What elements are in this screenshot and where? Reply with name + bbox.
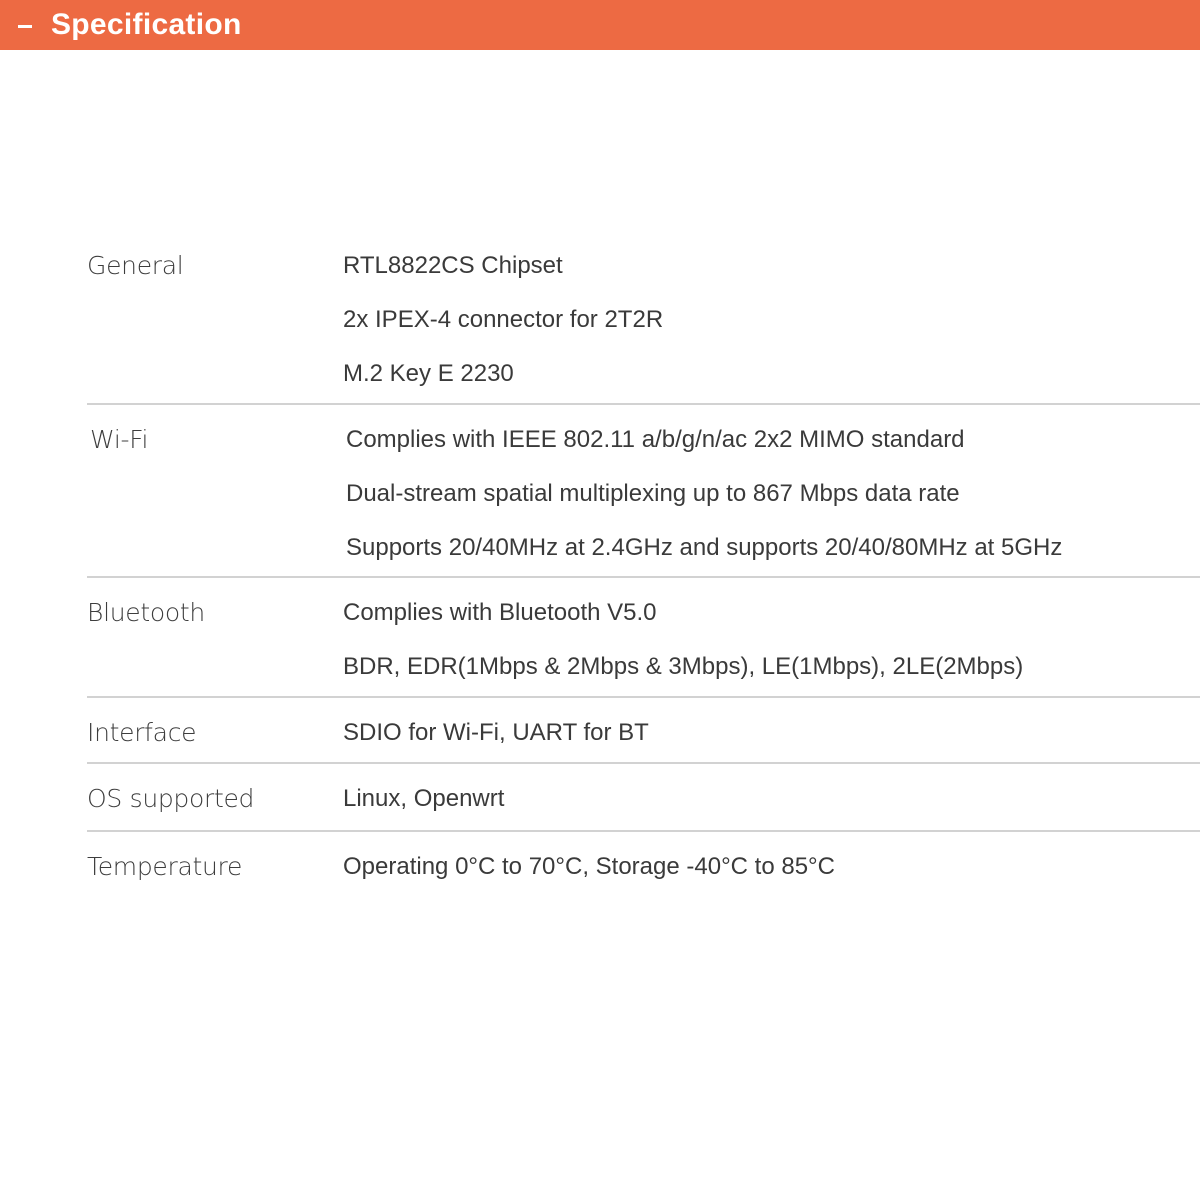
spec-label: Interface xyxy=(87,706,343,762)
spec-value: Linux, Openwrt xyxy=(343,785,505,812)
spec-label-text: General xyxy=(87,251,184,280)
specification-table: General RTL8822CS Chipset 2x IPEX-4 conn… xyxy=(87,239,1200,902)
spec-row-bluetooth: Bluetooth Complies with Bluetooth V5.0 B… xyxy=(87,578,1200,698)
spec-value: M.2 Key E 2230 xyxy=(343,360,514,387)
spec-label: Temperature xyxy=(87,840,343,902)
spec-label-text: Wi-Fi xyxy=(90,425,149,454)
spec-label: OS supported xyxy=(87,772,343,830)
spec-values: Complies with IEEE 802.11 a/b/g/n/ac 2x2… xyxy=(346,413,1200,576)
spec-row-temperature: Temperature Operating 0°C to 70°C, Stora… xyxy=(87,832,1200,902)
spec-label-text: Temperature xyxy=(87,852,243,881)
section-header[interactable]: Specification xyxy=(0,0,1200,50)
spec-label-text: Bluetooth xyxy=(87,598,205,627)
spec-label-text: OS supported xyxy=(87,784,255,813)
spec-label-text: Interface xyxy=(87,718,197,747)
spec-value: BDR, EDR(1Mbps & 2Mbps & 3Mbps), LE(1Mbp… xyxy=(343,653,1024,680)
spec-values: RTL8822CS Chipset 2x IPEX-4 connector fo… xyxy=(343,239,1200,403)
spec-value: 2x IPEX-4 connector for 2T2R xyxy=(343,306,664,333)
spec-label: Bluetooth xyxy=(87,586,343,696)
spec-row-general: General RTL8822CS Chipset 2x IPEX-4 conn… xyxy=(87,239,1200,405)
minus-icon[interactable] xyxy=(18,24,32,28)
spec-label: Wi-Fi xyxy=(87,413,346,576)
spec-value: RTL8822CS Chipset xyxy=(343,252,563,279)
spec-label: General xyxy=(87,239,343,403)
spec-values: Linux, Openwrt xyxy=(343,772,1200,830)
spec-row-wifi: Wi-Fi Complies with IEEE 802.11 a/b/g/n/… xyxy=(87,405,1200,578)
spec-value: Operating 0°C to 70°C, Storage -40°C to … xyxy=(343,853,835,880)
spec-value: Complies with Bluetooth V5.0 xyxy=(343,599,657,626)
spec-row-interface: Interface SDIO for Wi-Fi, UART for BT xyxy=(87,698,1200,764)
section-title: Specification xyxy=(51,8,242,41)
spec-value: Dual-stream spatial multiplexing up to 8… xyxy=(346,480,960,507)
spec-values: SDIO for Wi-Fi, UART for BT xyxy=(343,706,1200,762)
spec-values: Complies with Bluetooth V5.0 BDR, EDR(1M… xyxy=(343,586,1200,696)
spec-value: SDIO for Wi-Fi, UART for BT xyxy=(343,719,649,746)
spec-value: Supports 20/40MHz at 2.4GHz and supports… xyxy=(346,534,1063,561)
spec-row-os-supported: OS supported Linux, Openwrt xyxy=(87,764,1200,832)
spec-value: Complies with IEEE 802.11 a/b/g/n/ac 2x2… xyxy=(346,426,965,453)
spec-values: Operating 0°C to 70°C, Storage -40°C to … xyxy=(343,840,1200,902)
